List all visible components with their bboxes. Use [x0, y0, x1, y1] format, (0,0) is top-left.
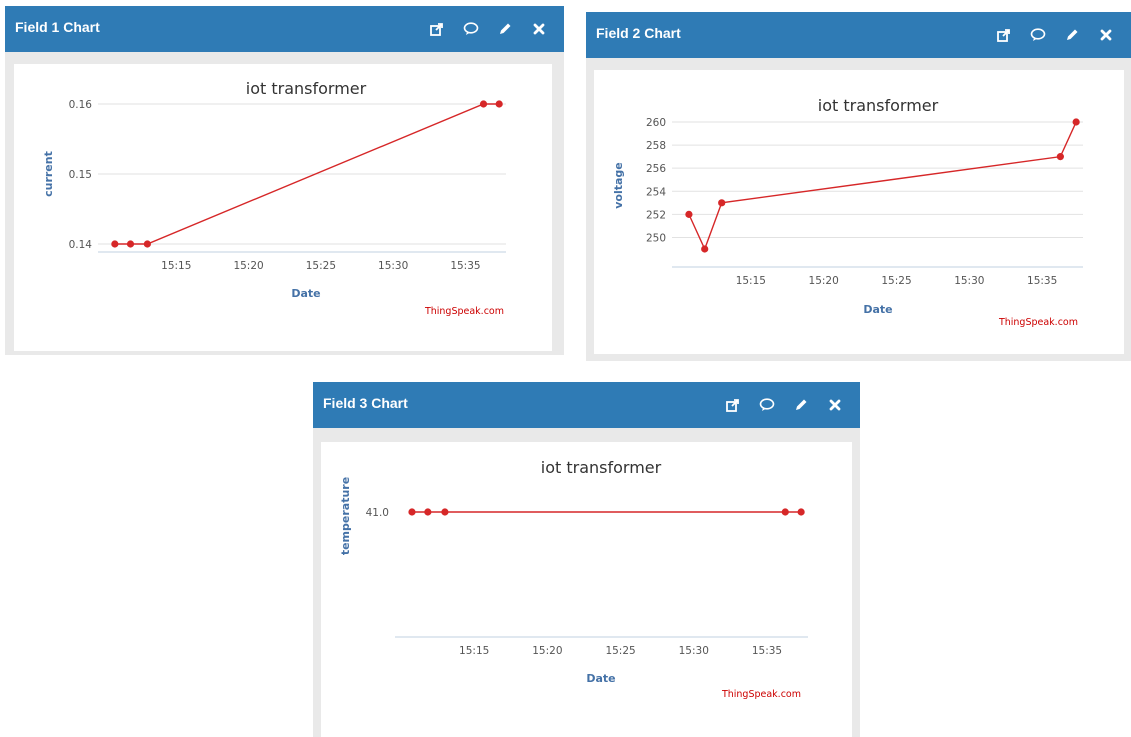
- data-point: [441, 508, 449, 516]
- x-tick-label: 15:30: [954, 275, 984, 287]
- thingspeak-credit: ThingSpeak.com: [998, 317, 1078, 328]
- comment-icon[interactable]: [758, 396, 776, 414]
- x-tick-label: 15:20: [532, 645, 562, 657]
- data-point: [408, 508, 416, 516]
- data-point: [781, 508, 789, 516]
- close-icon[interactable]: [1097, 26, 1115, 44]
- x-axis-title: Date: [291, 287, 320, 300]
- panel-header: Field 1 Chart: [5, 6, 564, 52]
- panel-header: Field 2 Chart: [586, 12, 1131, 58]
- y-tick-label: 260: [646, 117, 666, 129]
- y-axis-title: voltage: [612, 162, 625, 209]
- data-point: [111, 240, 119, 248]
- panel-title: Field 1 Chart: [15, 19, 100, 35]
- data-point: [424, 508, 432, 516]
- chart-svg: iot transformer 250 252 254 256 258 260 15:15 15…: [612, 96, 1083, 328]
- panel-title: Field 2 Chart: [596, 25, 681, 41]
- external-link-icon[interactable]: [995, 26, 1013, 44]
- thingspeak-credit: ThingSpeak.com: [721, 689, 801, 700]
- close-icon[interactable]: [530, 20, 548, 38]
- x-tick-label: 15:25: [605, 645, 635, 657]
- data-point: [1072, 118, 1080, 126]
- field-1-chart-panel: Field 1 Chart iot transformer 0.14 0.15 0.1…: [5, 6, 564, 355]
- comment-icon[interactable]: [1029, 26, 1047, 44]
- x-tick-label: 15:25: [306, 260, 336, 272]
- chart-svg: iot transformer 41.0 15:15 15:20 15:25 15:30 1…: [339, 458, 808, 700]
- y-tick-label: 0.15: [69, 169, 92, 181]
- comment-icon[interactable]: [462, 20, 480, 38]
- x-tick-label: 15:20: [233, 260, 263, 272]
- panel-toolbar: [428, 20, 548, 38]
- chart-title: iot transformer: [246, 79, 367, 98]
- field-3-chart-panel: Field 3 Chart iot transformer 41.0 15:15 15…: [313, 382, 860, 737]
- chart-title: iot transformer: [541, 458, 662, 477]
- y-tick-label: 41.0: [366, 507, 389, 519]
- data-point: [701, 245, 709, 253]
- y-tick-label: 0.14: [69, 239, 93, 251]
- chart-area: iot transformer 41.0 15:15 15:20 15:25 15:30 1…: [321, 442, 852, 737]
- y-tick-label: 254: [646, 186, 666, 198]
- y-tick-label: 250: [646, 232, 666, 244]
- x-tick-label: 15:15: [459, 645, 489, 657]
- data-point: [143, 240, 151, 248]
- thingspeak-credit: ThingSpeak.com: [424, 306, 504, 317]
- panel-header: Field 3 Chart: [313, 382, 860, 428]
- panel-toolbar: [724, 396, 844, 414]
- chart-title: iot transformer: [818, 96, 939, 115]
- x-axis-title: Date: [863, 303, 892, 316]
- external-link-icon[interactable]: [724, 396, 742, 414]
- field-2-chart-panel: Field 2 Chart iot transformer 250 252 254 25…: [586, 12, 1131, 361]
- x-tick-label: 15:35: [450, 260, 480, 272]
- pencil-icon[interactable]: [496, 20, 514, 38]
- x-tick-label: 15:15: [161, 260, 191, 272]
- chart-area: iot transformer 250 252 254 256 258 260 15:15 15…: [594, 70, 1124, 354]
- x-tick-label: 15:25: [881, 275, 911, 287]
- series-line: [688, 121, 1077, 251]
- data-point: [495, 100, 503, 108]
- x-tick-label: 15:35: [752, 645, 782, 657]
- pencil-icon[interactable]: [792, 396, 810, 414]
- x-tick-label: 15:30: [679, 645, 709, 657]
- y-tick-label: 258: [646, 140, 666, 152]
- chart-area: iot transformer 0.14 0.15 0.16 15:15 15:20 15:…: [14, 64, 552, 351]
- data-point: [718, 199, 726, 207]
- close-icon[interactable]: [826, 396, 844, 414]
- y-axis-title: temperature: [339, 477, 352, 555]
- data-point: [126, 240, 135, 248]
- data-point: [1056, 153, 1064, 161]
- chart-svg: iot transformer 0.14 0.15 0.16 15:15 15:20 15:…: [42, 79, 506, 317]
- x-tick-label: 15:15: [736, 275, 766, 287]
- y-tick-label: 256: [646, 163, 666, 175]
- y-tick-label: 252: [646, 209, 666, 221]
- y-tick-label: 0.16: [69, 99, 93, 111]
- data-point: [479, 100, 488, 108]
- x-tick-label: 15:30: [378, 260, 408, 272]
- data-point: [685, 210, 693, 218]
- data-point: [797, 508, 805, 516]
- external-link-icon[interactable]: [428, 20, 446, 38]
- pencil-icon[interactable]: [1063, 26, 1081, 44]
- x-tick-label: 15:35: [1027, 275, 1057, 287]
- x-tick-label: 15:20: [809, 275, 839, 287]
- panel-toolbar: [995, 26, 1115, 44]
- panel-title: Field 3 Chart: [323, 395, 408, 411]
- y-axis-title: current: [42, 151, 55, 197]
- x-axis-title: Date: [586, 672, 615, 685]
